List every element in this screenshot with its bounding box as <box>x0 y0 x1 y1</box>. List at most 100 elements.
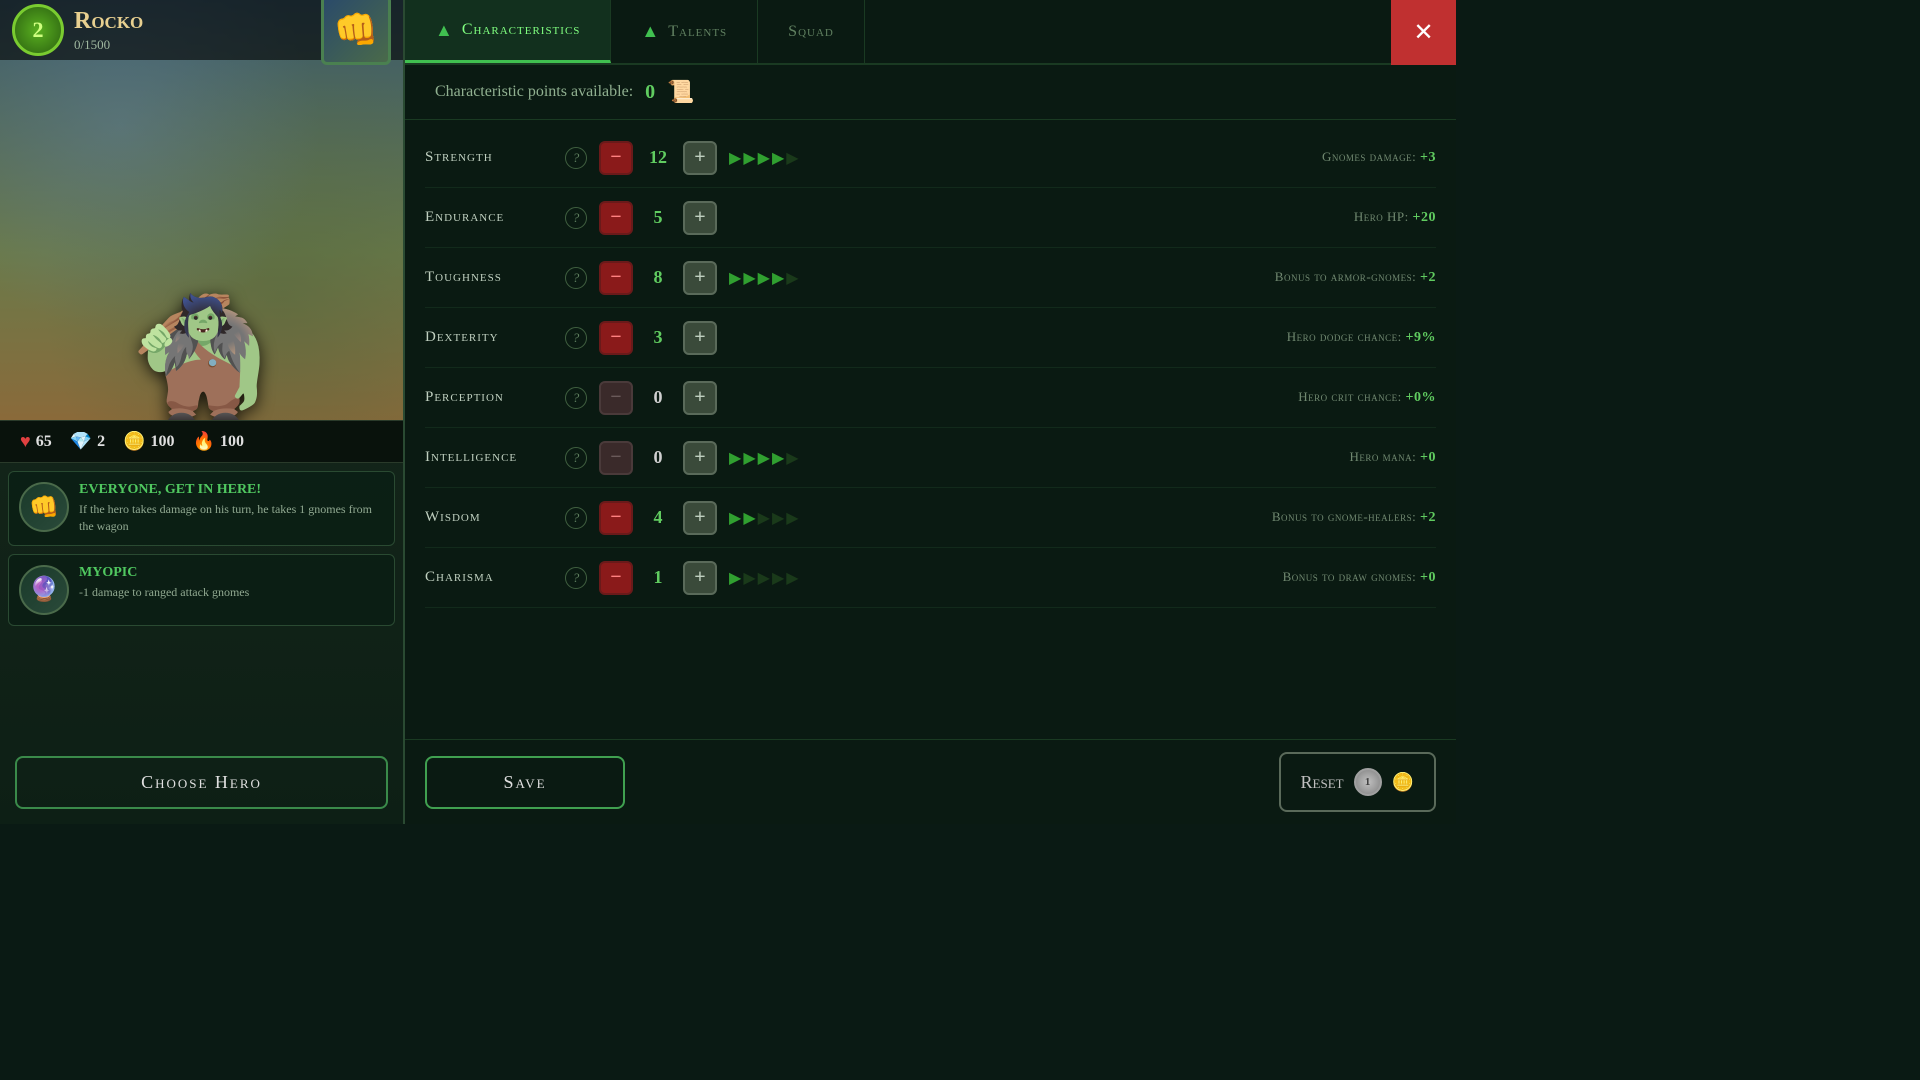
stat-help-6[interactable]: ? <box>565 507 587 529</box>
tab-squad-label: Squad <box>788 23 834 41</box>
stat-effect-label-7: Bonus to draw gnomes: <box>1283 569 1417 584</box>
stat-effect-value-6: +2 <box>1420 510 1436 525</box>
stat-value-5: 0 <box>633 447 683 468</box>
arrow-0-2: ▶ <box>758 148 770 168</box>
level-badge: 2 <box>12 4 64 56</box>
hero-hp-text: 0/1500 <box>74 37 110 53</box>
stat-minus-7[interactable]: − <box>599 561 633 595</box>
stat-minus-6[interactable]: − <box>599 501 633 535</box>
trait-desc-1: -1 damage to ranged attack gnomes <box>79 584 384 601</box>
stat-row-perception: Perception ? − 0 + Hero crit chance: +0% <box>425 368 1436 428</box>
arrow-5-0: ▶ <box>729 448 741 468</box>
trait-name-0: Everyone, get in here! <box>79 482 384 498</box>
heart-icon: ♥ <box>20 431 31 452</box>
stat-value-3: 3 <box>633 327 683 348</box>
hero-sprite: 🧌 <box>127 300 276 420</box>
tab-talents[interactable]: ▲ Talents <box>611 0 758 63</box>
stat-value-4: 0 <box>633 387 683 408</box>
stat-effect-6: Bonus to gnome-healers: +2 <box>1156 509 1436 526</box>
hero-name-section: Rocko 0/1500 <box>74 8 311 53</box>
hero-name: Rocko <box>74 8 311 35</box>
stat-plus-4[interactable]: + <box>683 381 717 415</box>
stat-help-1[interactable]: ? <box>565 207 587 229</box>
tab-squad[interactable]: Squad <box>758 0 865 63</box>
hero-character: 🧌 <box>62 80 342 420</box>
arrow-0-4: ▶ <box>786 148 798 168</box>
stats-container: Strength ? − 12 + ▶▶▶▶▶ Gnomes damage: +… <box>405 120 1456 739</box>
arrow-6-3: ▶ <box>772 508 784 528</box>
stat-effect-value-7: +0 <box>1420 570 1436 585</box>
stat-effect-label-3: Hero dodge chance: <box>1287 329 1402 344</box>
trait-desc-0: If the hero takes damage on his turn, he… <box>79 501 384 535</box>
left-panel: 2 Rocko 0/1500 👊 🧌 ♥ 65 💎 2 🪙 100 <box>0 0 405 824</box>
stat-effect-value-5: +0 <box>1420 450 1436 465</box>
stat-help-2[interactable]: ? <box>565 267 587 289</box>
stat-effect-value-3: +9% <box>1406 330 1436 345</box>
stat-plus-7[interactable]: + <box>683 561 717 595</box>
arrow-5-4: ▶ <box>786 448 798 468</box>
stat-effect-label-4: Hero crit chance: <box>1298 389 1402 404</box>
stat-help-5[interactable]: ? <box>565 447 587 469</box>
stat-help-3[interactable]: ? <box>565 327 587 349</box>
stat-plus-1[interactable]: + <box>683 201 717 235</box>
stat-name-4: Perception <box>425 389 565 406</box>
close-button[interactable]: ✕ <box>1391 0 1456 65</box>
stat-plus-2[interactable]: + <box>683 261 717 295</box>
stat-row-charisma: Charisma ? − 1 + ▶▶▶▶▶ Bonus to draw gno… <box>425 548 1436 608</box>
arrow-7-4: ▶ <box>786 568 798 588</box>
arrow-2-1: ▶ <box>743 268 755 288</box>
stat-arrows-2: ▶▶▶▶▶ <box>729 268 1156 288</box>
stat-plus-5[interactable]: + <box>683 441 717 475</box>
save-button[interactable]: Save <box>425 756 625 809</box>
stat-effect-0: Gnomes damage: +3 <box>1156 149 1436 166</box>
tab-talents-arrow: ▲ <box>641 21 660 42</box>
arrow-0-0: ▶ <box>729 148 741 168</box>
stat-plus-0[interactable]: + <box>683 141 717 175</box>
trait-card-0: 👊 Everyone, get in here! If the hero tak… <box>8 471 395 546</box>
stat-plus-6[interactable]: + <box>683 501 717 535</box>
tab-characteristics-arrow: ▲ <box>435 20 454 41</box>
stat-effect-label-2: Bonus to armor-gnomes: <box>1275 269 1416 284</box>
stat-arrows-5: ▶▶▶▶▶ <box>729 448 1156 468</box>
trait-card-1: 🔮 Myopic -1 damage to ranged attack gnom… <box>8 554 395 626</box>
trait-icon-0: 👊 <box>19 482 69 532</box>
stat-help-4[interactable]: ? <box>565 387 587 409</box>
stat-effect-value-1: +20 <box>1413 210 1436 225</box>
stat-help-7[interactable]: ? <box>565 567 587 589</box>
stat-minus-3[interactable]: − <box>599 321 633 355</box>
stat-health: ♥ 65 <box>20 431 52 452</box>
stat-help-0[interactable]: ? <box>565 147 587 169</box>
stat-minus-1[interactable]: − <box>599 201 633 235</box>
arrow-0-3: ▶ <box>772 148 784 168</box>
stat-plus-3[interactable]: + <box>683 321 717 355</box>
stat-effect-1: Hero HP: +20 <box>1156 209 1436 226</box>
stat-name-2: Toughness <box>425 269 565 286</box>
choose-hero-button[interactable]: Choose Hero <box>15 756 388 809</box>
arrow-2-4: ▶ <box>786 268 798 288</box>
reset-coin: 1 <box>1354 768 1382 796</box>
stat-effect-3: Hero dodge chance: +9% <box>1156 329 1436 346</box>
reset-button[interactable]: Reset 1 🪙 <box>1279 752 1436 812</box>
stat-value-1: 5 <box>633 207 683 228</box>
stat-row-strength: Strength ? − 12 + ▶▶▶▶▶ Gnomes damage: +… <box>425 128 1436 188</box>
trait-content-0: Everyone, get in here! If the hero takes… <box>79 482 384 535</box>
stat-arrows-7: ▶▶▶▶▶ <box>729 568 1156 588</box>
stat-row-wisdom: Wisdom ? − 4 + ▶▶▶▶▶ Bonus to gnome-heal… <box>425 488 1436 548</box>
arrow-5-1: ▶ <box>743 448 755 468</box>
tab-bar: ▲ Characteristics ▲ Talents Squad ✕ <box>405 0 1456 65</box>
stat-minus-0[interactable]: − <box>599 141 633 175</box>
trait-icon-1: 🔮 <box>19 565 69 615</box>
arrow-7-0: ▶ <box>729 568 741 588</box>
stat-value-6: 4 <box>633 507 683 528</box>
stat-arrows-6: ▶▶▶▶▶ <box>729 508 1156 528</box>
char-points-value: 0 <box>645 81 655 104</box>
arrow-6-1: ▶ <box>743 508 755 528</box>
stat-effect-4: Hero crit chance: +0% <box>1156 389 1436 406</box>
stat-row-toughness: Toughness ? − 8 + ▶▶▶▶▶ Bonus to armor-g… <box>425 248 1436 308</box>
health-value: 65 <box>36 433 52 451</box>
stat-minus-2[interactable]: − <box>599 261 633 295</box>
char-points-label: Characteristic points available: <box>435 83 633 101</box>
tab-characteristics[interactable]: ▲ Characteristics <box>405 0 611 63</box>
stat-arrows-0: ▶▶▶▶▶ <box>729 148 1156 168</box>
arrow-5-2: ▶ <box>758 448 770 468</box>
